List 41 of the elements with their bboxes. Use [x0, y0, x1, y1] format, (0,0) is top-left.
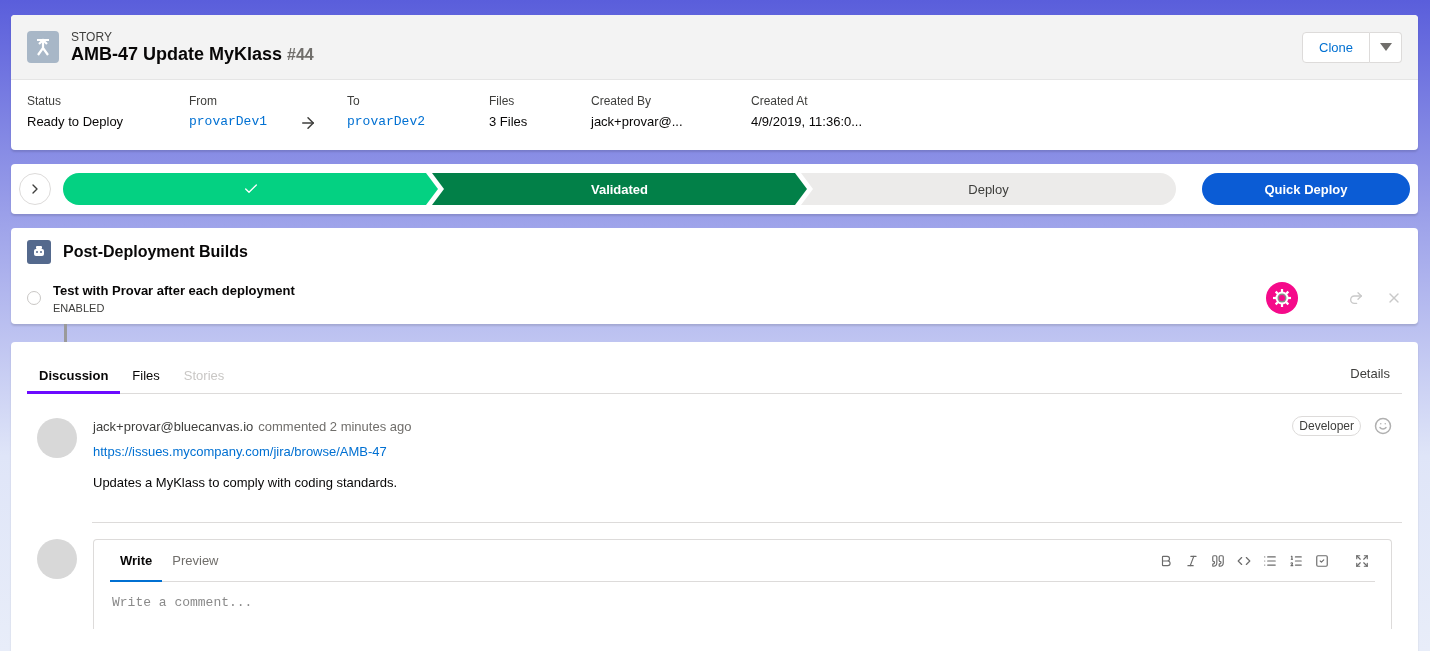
field-value: jack+provar@...: [591, 114, 684, 129]
quick-deploy-button[interactable]: Quick Deploy: [1202, 173, 1410, 205]
field-value: 4/9/2019, 11:36:0...: [751, 114, 864, 129]
record-title: AMB-47 Update MyKlass #44: [71, 43, 315, 65]
path-stage[interactable]: Validated: [432, 173, 807, 205]
smiley-icon[interactable]: [1374, 417, 1392, 435]
radio-button[interactable]: [27, 291, 41, 305]
field-value: 3 Files: [489, 114, 529, 129]
avatar: [37, 539, 77, 579]
issue-link[interactable]: https://issues.mycompany.com/jira/browse/AMB-47: [93, 444, 1392, 459]
editor-tab[interactable]: Write: [110, 540, 163, 582]
gear-icon[interactable]: [1266, 282, 1298, 314]
path-stage[interactable]: Deploy: [801, 173, 1176, 205]
comment-body: Updates a MyKlass to comply with coding standards.: [93, 475, 399, 490]
expand-button[interactable]: [19, 173, 51, 205]
comment-author: jack+provar@bluecanvas.io: [93, 418, 254, 434]
field-label: Created By: [591, 94, 653, 108]
arrow-right-icon: [299, 114, 317, 132]
caret-icon: [1379, 43, 1392, 51]
field-value: Ready to Deploy: [27, 114, 125, 129]
field-label: To: [347, 94, 361, 108]
field-label: Files: [489, 94, 516, 108]
record-type-label: STORY: [71, 29, 113, 44]
merge-icon: [27, 31, 59, 63]
avatar: [37, 418, 77, 458]
details-link[interactable]: Details: [1338, 366, 1402, 393]
field-label: From: [189, 94, 218, 108]
builds-title: Post-Deployment Builds: [63, 243, 248, 261]
tab[interactable]: Files: [120, 360, 172, 394]
editor-tab[interactable]: Preview: [162, 540, 229, 582]
build-state: ENABLED: [53, 301, 106, 314]
branch-link[interactable]: provarDev2: [347, 114, 489, 129]
field-label: Status: [27, 94, 63, 108]
field-label: Created At: [751, 94, 809, 108]
comment-time: commented 2 minutes ago: [258, 418, 413, 434]
more-actions-button[interactable]: [1370, 31, 1402, 63]
tab[interactable]: Discussion: [27, 360, 121, 394]
build-name: Test with Provar after each deployment: [53, 282, 296, 298]
clone-button[interactable]: Clone: [1302, 31, 1370, 63]
branch-link[interactable]: provarDev1: [189, 114, 299, 129]
robot-icon: [27, 240, 51, 264]
